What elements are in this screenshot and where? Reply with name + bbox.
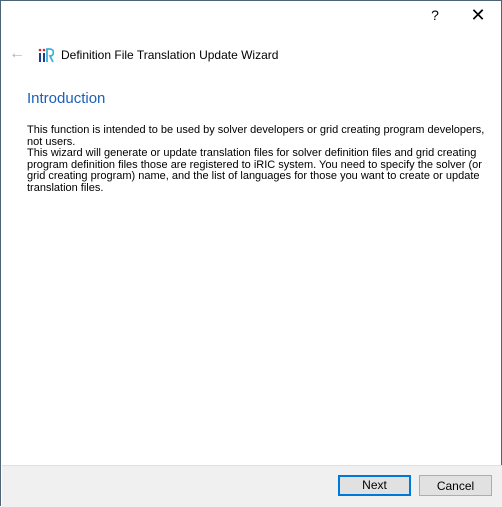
button-bar: Next Cancel <box>2 465 502 507</box>
page-heading: Introduction <box>27 90 106 107</box>
wizard-window: ? ✕ ← Definition File Translation Update… <box>0 0 502 507</box>
next-button[interactable]: Next <box>338 475 411 496</box>
intro-text: This function is intended to be used by … <box>27 124 497 195</box>
intro-paragraph: This wizard will generate or update tran… <box>27 147 482 194</box>
close-button[interactable]: ✕ <box>463 5 493 27</box>
back-arrow-icon[interactable]: ← <box>9 45 25 63</box>
wizard-title: Definition File Translation Update Wizar… <box>61 48 279 62</box>
help-button[interactable]: ? <box>425 7 445 23</box>
cancel-button[interactable]: Cancel <box>419 475 492 496</box>
iric-logo-icon <box>38 48 54 63</box>
intro-paragraph: This function is intended to be used by … <box>27 124 485 148</box>
